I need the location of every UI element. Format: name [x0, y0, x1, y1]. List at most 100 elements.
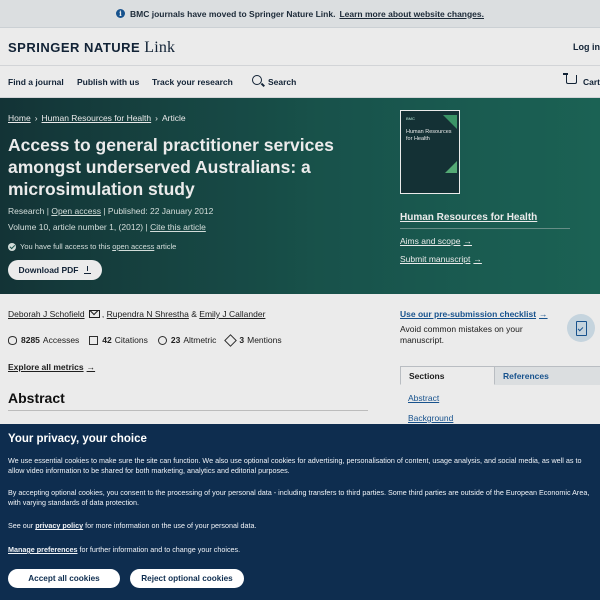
check-icon	[8, 242, 16, 251]
nav-search[interactable]: Search	[268, 77, 296, 87]
privacy-suffix: for more information on the use of your …	[85, 521, 257, 530]
nav-publish[interactable]: Publish with us	[77, 77, 139, 87]
arrow-right-icon: →	[463, 236, 472, 246]
abstract-heading: Abstract	[8, 390, 65, 406]
metric-label: Mentions	[247, 335, 282, 345]
tab-sections[interactable]: Sections	[400, 366, 495, 385]
breadcrumb-journal[interactable]: Human Resources for Health	[42, 113, 152, 123]
submit-manuscript-link[interactable]: Submit manuscript →	[400, 254, 482, 264]
accept-cookies-button[interactable]: Accept all cookies	[8, 569, 120, 588]
manage-preferences-link[interactable]: Manage preferences	[8, 545, 78, 554]
logo-link-text: Link	[144, 39, 176, 56]
eye-icon	[8, 335, 17, 345]
checklist-description: Avoid common mistakes on your manuscript…	[400, 324, 523, 345]
download-pdf-button[interactable]: Download PDF	[8, 260, 102, 280]
aims-scope-link[interactable]: Aims and scope →	[400, 236, 472, 246]
article-volume: Volume 10, article number 1, (2012) | Ci…	[8, 222, 206, 232]
explore-metrics-label: Explore all metrics	[8, 362, 84, 372]
cart-icon[interactable]	[563, 73, 577, 84]
metric-accesses: 8285 Accesses	[8, 335, 79, 345]
clipboard-check-icon	[567, 314, 595, 342]
divider	[8, 410, 368, 411]
metric-citations: 42 Citations	[89, 335, 148, 345]
access-prefix: You have full access to this	[20, 242, 111, 251]
article-type: Research	[8, 206, 45, 216]
cite-link[interactable]: Cite this article	[150, 222, 206, 232]
cookie-text: We use essential cookies to make sure th…	[8, 456, 582, 475]
toc-item-background[interactable]: Background	[408, 413, 453, 423]
journal-name-link[interactable]: Human Resources for Health	[400, 212, 537, 223]
author-link[interactable]: Emily J Callander	[199, 309, 265, 319]
article-hero: Home › Human Resources for Health › Article …	[0, 98, 600, 294]
citations-icon	[89, 335, 99, 345]
logo-text: SPRINGER NATURE	[8, 40, 141, 55]
cover-decoration	[445, 161, 457, 173]
privacy-prefix: See our	[8, 521, 34, 530]
manage-suffix: for further information and to change yo…	[79, 545, 241, 554]
metric-value: 8285	[21, 335, 40, 345]
checklist-label: Use our pre-submission checklist	[400, 309, 537, 319]
metric-label: Altmetric	[183, 335, 217, 345]
nav-find-journal[interactable]: Find a journal	[8, 77, 64, 87]
main-nav: Find a journal Publish with us Track you…	[0, 66, 600, 98]
arrow-right-icon: →	[86, 362, 96, 372]
login-link[interactable]: Log in	[573, 42, 600, 52]
submit-manuscript-label: Submit manuscript	[400, 254, 471, 264]
metric-mentions: 3 Mentions	[224, 333, 282, 347]
explore-metrics-link[interactable]: Explore all metrics →	[8, 362, 95, 372]
cookie-title: Your privacy, your choice	[8, 433, 147, 445]
metric-value: 3	[239, 335, 245, 345]
divider	[400, 228, 570, 229]
metric-value: 23	[170, 335, 181, 345]
nav-track-research[interactable]: Track your research	[152, 77, 233, 87]
aims-scope-label: Aims and scope	[400, 236, 461, 246]
author-list: Deborah J Schofield , Rupendra N Shresth…	[8, 309, 266, 319]
privacy-policy-link[interactable]: privacy policy	[35, 521, 83, 530]
cookie-privacy-text: See our privacy policy for more informat…	[8, 521, 598, 531]
sidebar-tabs: Sections References	[400, 366, 600, 385]
cookie-text: By accepting optional cookies, you conse…	[8, 488, 590, 507]
cover-decoration	[443, 115, 457, 129]
author-link[interactable]: Deborah J Schofield	[8, 309, 85, 319]
announcement-banner: i BMC journals have moved to Springer Na…	[0, 0, 600, 28]
cookie-manage-text: Manage preferences for further informati…	[8, 545, 598, 555]
arrow-right-icon: →	[539, 309, 548, 319]
download-label: Download PDF	[18, 265, 79, 275]
open-access-link[interactable]: Open access	[51, 206, 101, 216]
reject-cookies-button[interactable]: Reject optional cookies	[130, 569, 244, 588]
banner-link[interactable]: Learn more about website changes.	[339, 9, 484, 19]
breadcrumb-current: Article	[161, 113, 186, 123]
volume-text: Volume 10, article number 1, (2012)	[8, 222, 144, 232]
published-date: Published: 22 January 2012	[107, 206, 214, 216]
article-meta: Research | Open access | Published: 22 J…	[8, 206, 214, 216]
metric-label: Citations	[114, 335, 148, 345]
access-suffix: article	[156, 242, 177, 251]
cover-title: Human Resources for Health	[406, 129, 452, 142]
journal-cover[interactable]: BMC Human Resources for Health	[400, 110, 460, 194]
altmetric-icon	[157, 335, 167, 345]
article-title: Access to general practitioner services …	[8, 135, 334, 199]
breadcrumb: Home › Human Resources for Health › Article	[8, 113, 186, 123]
banner-text: BMC journals have moved to Springer Natu…	[130, 8, 336, 19]
access-notice: You have full access to this open access…	[8, 242, 176, 251]
site-logo[interactable]: SPRINGER NATURE Link	[8, 39, 175, 57]
search-icon[interactable]	[252, 75, 262, 85]
info-icon: i	[116, 9, 125, 18]
brand-bar: SPRINGER NATURE Link Log in	[0, 28, 600, 66]
download-icon	[84, 265, 92, 274]
author-link[interactable]: Rupendra N Shrestha	[107, 309, 189, 319]
toc-item-abstract[interactable]: Abstract	[408, 393, 439, 403]
breadcrumb-home[interactable]: Home	[8, 113, 31, 123]
access-link[interactable]: open access	[112, 242, 154, 251]
presubmission-checklist-link[interactable]: Use our pre-submission checklist →	[400, 309, 548, 319]
nav-cart[interactable]: Cart	[583, 77, 600, 87]
arrow-right-icon: →	[473, 254, 482, 264]
mail-icon[interactable]	[88, 310, 100, 318]
tab-references[interactable]: References	[495, 366, 600, 385]
metric-label: Accesses	[42, 335, 80, 345]
metric-altmetric: 23 Altmetric	[157, 335, 217, 345]
article-metrics: 8285 Accesses 42 Citations 23 Altmetric …	[8, 333, 292, 347]
cookie-consent-dialog: Your privacy, your choice We use essenti…	[0, 424, 600, 600]
metric-value: 42	[102, 335, 112, 345]
cover-publisher: BMC	[406, 116, 415, 121]
